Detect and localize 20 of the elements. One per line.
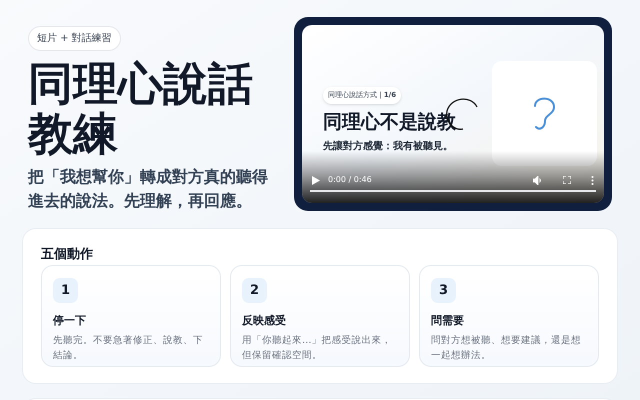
card-text: 用「你聽起來…」把感受說出來，但保留確認空間。 xyxy=(242,334,392,362)
card-title: 停一下 xyxy=(53,313,87,329)
subtitle: 把「我想幫你」轉成對方真的聽得進去的說法。先理解，再回應。 xyxy=(28,166,269,212)
more-icon[interactable] xyxy=(591,176,594,184)
page-title: 同理心說話 xyxy=(28,59,254,109)
section-heading: 五個動作 xyxy=(41,246,94,264)
card-text: 問對方想被聽、想要建議，還是想一起想辦法。 xyxy=(431,334,582,362)
time-display: 0:00 / 0:46 xyxy=(328,174,372,186)
fullscreen-icon[interactable] xyxy=(563,176,571,184)
step-number: 3 xyxy=(431,278,456,303)
step-number: 2 xyxy=(242,278,267,303)
card-title: 反映感受 xyxy=(242,313,287,329)
slide-subtitle: 先讓對方感覺：我有被聽見。 xyxy=(323,139,453,154)
volume-icon[interactable] xyxy=(533,176,543,184)
tag-badge: 短片 + 對話練習 xyxy=(28,26,121,51)
card-text: 先聽完。不要急著修正、說教、下結論。 xyxy=(53,334,204,362)
step-number: 1 xyxy=(53,278,78,303)
play-icon[interactable] xyxy=(312,176,320,184)
card-title: 問需要 xyxy=(431,313,465,329)
page-title: 教練 xyxy=(28,109,119,159)
